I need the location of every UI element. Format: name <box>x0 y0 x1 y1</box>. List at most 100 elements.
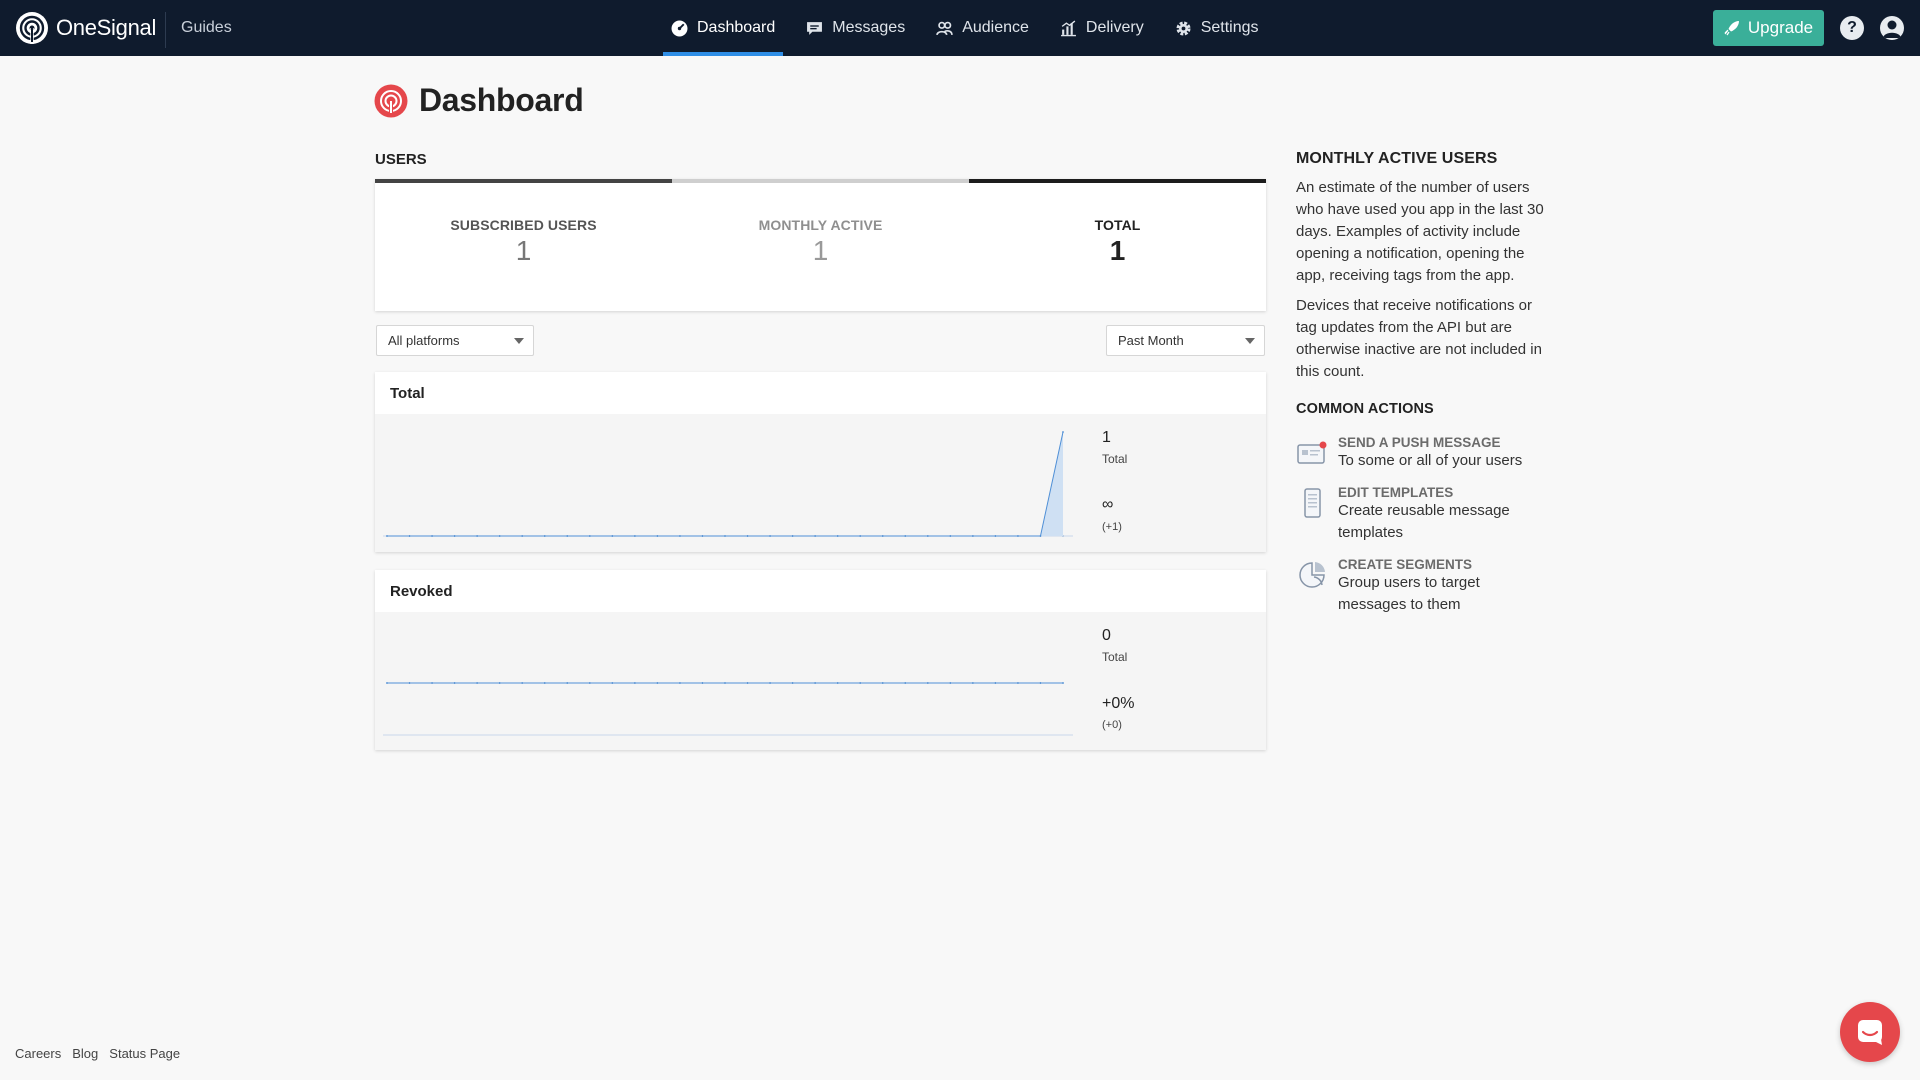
chart-point <box>633 535 636 537</box>
chart-point <box>656 535 659 537</box>
chart-point <box>408 535 411 537</box>
chart-point <box>836 682 839 684</box>
chevron-down-icon <box>514 338 524 344</box>
chart-point <box>679 682 681 684</box>
chart-point <box>431 682 433 684</box>
onesignal-logo-icon <box>16 12 48 44</box>
chart-point <box>386 535 388 537</box>
audience-icon <box>936 21 953 35</box>
users-section-label: USERS <box>375 151 427 168</box>
common-actions-heading: COMMON ACTIONS <box>1296 401 1434 417</box>
chart-point <box>498 535 501 537</box>
app-icon <box>374 84 408 117</box>
mau-description: An estimate of the number of users who h… <box>1296 179 1544 284</box>
tab-delivery[interactable]: Delivery <box>1052 0 1152 56</box>
chart-point <box>656 682 659 684</box>
chart-point <box>453 682 456 684</box>
main-nav-tabs: Dashboard Messages Audience Delivery Set… <box>663 0 1282 56</box>
chart-change-sub: (+0) <box>1102 719 1122 731</box>
action-description: To some or all of your users <box>1338 452 1523 469</box>
chart-point <box>611 535 614 537</box>
chart-point <box>994 535 997 537</box>
tab-settings[interactable]: Settings <box>1167 0 1267 56</box>
action-title: EDIT TEMPLATES <box>1338 485 1454 500</box>
action-title: SEND A PUSH MESSAGE <box>1338 435 1501 450</box>
chart-point <box>701 535 704 537</box>
chart-point <box>994 682 997 684</box>
tab-dashboard-label: Dashboard <box>697 19 776 36</box>
revoked-chart-card: Revoked 0 Total +0% (+0) <box>375 570 1266 750</box>
chart-point <box>836 535 839 537</box>
chart-point <box>521 682 524 684</box>
platform-select[interactable]: All platforms <box>376 325 534 356</box>
chart-point <box>904 682 907 684</box>
stats-tab-bars <box>375 179 1266 183</box>
tab-dashboard[interactable]: Dashboard <box>663 0 784 56</box>
chart-point <box>1039 535 1042 537</box>
dashboard-icon <box>671 20 688 36</box>
monthly-active-tab-bar <box>672 179 969 183</box>
chart-point <box>859 535 862 537</box>
stat-value: 1 <box>812 235 829 266</box>
chart-point <box>724 682 726 684</box>
chart-point <box>543 535 546 537</box>
chart-point <box>566 682 569 684</box>
chart-point <box>746 682 749 684</box>
stat-label: SUBSCRIBED USERS <box>450 217 597 233</box>
help-icon[interactable]: ? <box>1840 16 1864 40</box>
chart-body: 1 Total ∞ (+1) <box>375 414 1266 552</box>
upgrade-label: Upgrade <box>1747 18 1814 37</box>
tab-audience[interactable]: Audience <box>928 0 1037 56</box>
chart-title: Revoked <box>375 570 1266 612</box>
chat-launcher-button[interactable] <box>1840 1002 1900 1062</box>
upgrade-button[interactable]: Upgrade <box>1713 10 1824 46</box>
chat-icon <box>1858 1020 1882 1045</box>
right-sidebar: MONTHLY ACTIVE USERS An estimate of the … <box>1296 150 1546 616</box>
chart-point <box>408 682 411 684</box>
top-navbar: OneSignal Guides Dashboard Messages Audi… <box>0 0 1920 56</box>
stat-monthly-active[interactable]: MONTHLY ACTIVE 1 <box>672 217 969 267</box>
chart-point <box>588 682 591 684</box>
total-tab-bar <box>969 179 1266 183</box>
stat-value: 1 <box>515 235 532 266</box>
chart-point <box>1062 682 1064 684</box>
user-avatar[interactable] <box>1880 16 1904 40</box>
stat-value: 1 <box>1109 235 1126 266</box>
action-send-push[interactable]: SEND A PUSH MESSAGE To some or all of yo… <box>1296 435 1546 472</box>
mau-note: Devices that receive notifications or ta… <box>1296 297 1542 380</box>
action-edit-templates[interactable]: EDIT TEMPLATES Create reusable message t… <box>1296 485 1546 544</box>
tab-settings-label: Settings <box>1200 19 1259 36</box>
chart-point <box>1039 682 1042 684</box>
chart-body: 0 Total +0% (+0) <box>375 612 1266 750</box>
brand-logo-link[interactable]: OneSignal <box>15 12 156 44</box>
stat-label: MONTHLY ACTIVE <box>758 217 883 233</box>
chart-change: +0% <box>1102 695 1135 712</box>
footer-link-status-page[interactable]: Status Page <box>109 1046 180 1061</box>
footer-link-blog[interactable]: Blog <box>72 1046 98 1061</box>
action-create-segments[interactable]: CREATE SEGMENTS Group users to target me… <box>1296 557 1546 616</box>
footer-link-careers[interactable]: Careers <box>15 1046 61 1061</box>
chart-point <box>949 535 952 537</box>
chart-point <box>1017 535 1019 537</box>
chart-point <box>453 535 456 537</box>
chart-point <box>476 535 479 537</box>
page-title: Dashboard <box>419 82 584 118</box>
date-range-select[interactable]: Past Month <box>1106 325 1265 356</box>
stat-total[interactable]: TOTAL 1 <box>969 217 1266 267</box>
tab-messages[interactable]: Messages <box>798 0 913 56</box>
chart-title: Total <box>375 372 1266 414</box>
chart-point <box>926 682 929 684</box>
chevron-down-icon <box>1245 338 1255 344</box>
chart-series-line <box>387 431 1064 537</box>
subscribed-tab-bar <box>375 179 672 183</box>
stat-subscribed-users[interactable]: SUBSCRIBED USERS 1 <box>375 217 672 267</box>
user-icon <box>1883 20 1901 38</box>
brand-name: OneSignal <box>56 15 157 40</box>
chart-point <box>881 682 884 684</box>
chart-point <box>926 535 929 537</box>
chart-point <box>431 535 433 537</box>
chart-point <box>791 535 794 537</box>
guides-link[interactable]: Guides <box>181 19 232 37</box>
chart-point <box>949 682 952 684</box>
chart-value: 0 <box>1102 627 1111 644</box>
